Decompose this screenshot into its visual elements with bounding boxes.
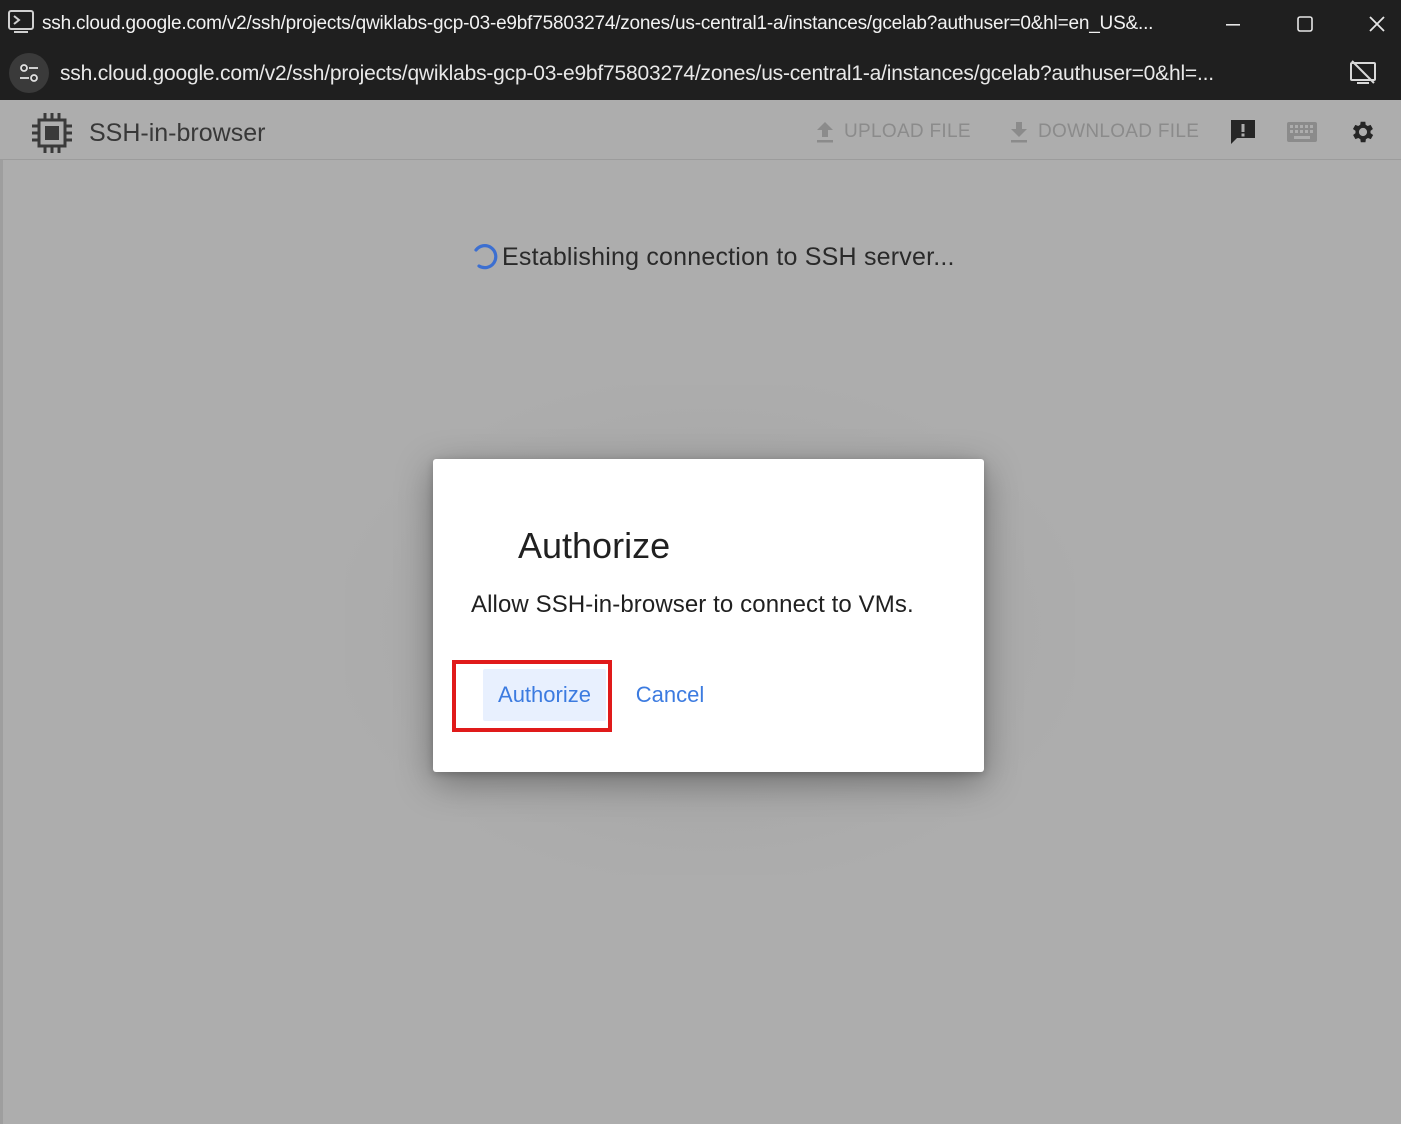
dialog-message: Allow SSH-in-browser to connect to VMs. (471, 591, 914, 618)
upload-icon (817, 122, 833, 143)
site-settings-icon (20, 64, 38, 82)
close-button[interactable] (1354, 8, 1400, 40)
feedback-button[interactable] (1227, 116, 1259, 148)
keyboard-button[interactable] (1286, 116, 1318, 148)
close-icon (1369, 16, 1385, 32)
app-title: SSH-in-browser (89, 119, 266, 147)
maximize-button[interactable] (1282, 8, 1328, 40)
upload-file-button[interactable]: UPLOAD FILE (814, 117, 971, 147)
connection-status: Establishing connection to SSH server... (470, 240, 955, 274)
cancel-button[interactable]: Cancel (624, 669, 716, 721)
upload-file-label: UPLOAD FILE (844, 121, 971, 142)
gear-icon (1352, 121, 1374, 143)
window-title: ssh.cloud.google.com/v2/ssh/projects/qwi… (42, 13, 1154, 34)
highlight-box (452, 660, 612, 732)
minimize-button[interactable] (1210, 8, 1256, 40)
url-field[interactable]: ssh.cloud.google.com/v2/ssh/projects/qwi… (60, 60, 1330, 88)
left-edge-divider (0, 160, 3, 1124)
chip-icon (32, 113, 72, 153)
terminal-window-icon (8, 10, 34, 33)
window-titlebar: ssh.cloud.google.com/v2/ssh/projects/qwi… (0, 0, 1401, 47)
maximize-icon (1297, 16, 1313, 32)
address-bar: ssh.cloud.google.com/v2/ssh/projects/qwi… (0, 47, 1401, 100)
feedback-icon (1231, 120, 1255, 144)
tracking-protection-icon[interactable] (1348, 59, 1378, 87)
settings-button[interactable] (1347, 116, 1379, 148)
download-file-button[interactable]: DOWNLOAD FILE (1008, 117, 1199, 147)
dialog-title: Authorize (518, 525, 671, 566)
download-file-label: DOWNLOAD FILE (1038, 121, 1200, 142)
keyboard-icon (1287, 122, 1317, 142)
app-toolbar: SSH-in-browser UPLOAD FILE DOWNLOAD FILE (0, 100, 1401, 160)
minimize-icon (1226, 24, 1240, 26)
site-info-button[interactable] (9, 53, 49, 93)
download-icon (1011, 122, 1027, 143)
loading-spinner-icon (474, 244, 498, 270)
connection-status-text: Establishing connection to SSH server... (502, 242, 955, 271)
